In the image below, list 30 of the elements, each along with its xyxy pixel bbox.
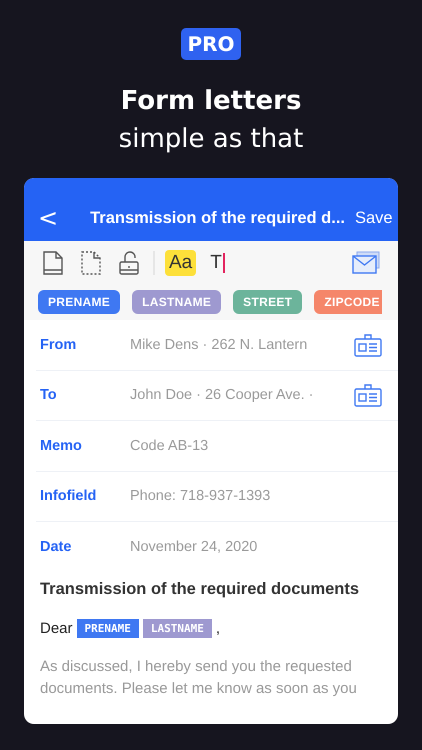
text-cursor-button[interactable]: T bbox=[206, 250, 229, 276]
pro-badge: PRO bbox=[181, 28, 241, 60]
field-label: Infofield bbox=[39, 488, 98, 504]
field-value[interactable]: Phone: 718-937-1393 bbox=[130, 488, 382, 504]
headline: Form letters bbox=[120, 85, 302, 118]
salutation-text: , bbox=[216, 620, 220, 636]
field-value[interactable]: Code AB-13 bbox=[130, 438, 382, 454]
placeholder-tag: LASTNAME bbox=[142, 618, 212, 638]
field-label: Date bbox=[39, 538, 72, 555]
field-value[interactable]: November 24, 2020 bbox=[130, 538, 382, 555]
placeholder-chip[interactable]: LASTNAME bbox=[132, 290, 222, 314]
contact-card-icon[interactable] bbox=[354, 383, 382, 408]
field-label: To bbox=[39, 387, 58, 404]
nav-title: Transmission of the required d... bbox=[90, 208, 345, 229]
save-button[interactable]: Save bbox=[355, 205, 393, 231]
subheadline: simple as that bbox=[118, 123, 304, 156]
placeholder-chip[interactable]: ZIPCODE bbox=[314, 290, 382, 314]
placeholder-chip[interactable]: STREET bbox=[233, 290, 302, 314]
field-label: From bbox=[39, 336, 78, 353]
letter-subject: Transmission of the required documents bbox=[40, 580, 360, 598]
field-value[interactable]: Mike Dens · 262 N. Lantern bbox=[130, 336, 354, 353]
salutation-text: Dear bbox=[40, 620, 73, 636]
letter-body: As discussed, I hereby send you the requested documents. Please let me know as soon as you bbox=[40, 656, 358, 698]
font-button[interactable]: Aa bbox=[165, 250, 196, 276]
contact-card-icon[interactable] bbox=[354, 332, 382, 357]
back-button[interactable]: < bbox=[32, 205, 64, 231]
field-label: Memo bbox=[39, 438, 83, 454]
field-value[interactable]: John Doe · 26 Cooper Ave. · bbox=[130, 387, 354, 404]
placeholder-chip[interactable]: PRENAME bbox=[38, 290, 120, 314]
placeholder-tag: PRENAME bbox=[76, 618, 139, 638]
